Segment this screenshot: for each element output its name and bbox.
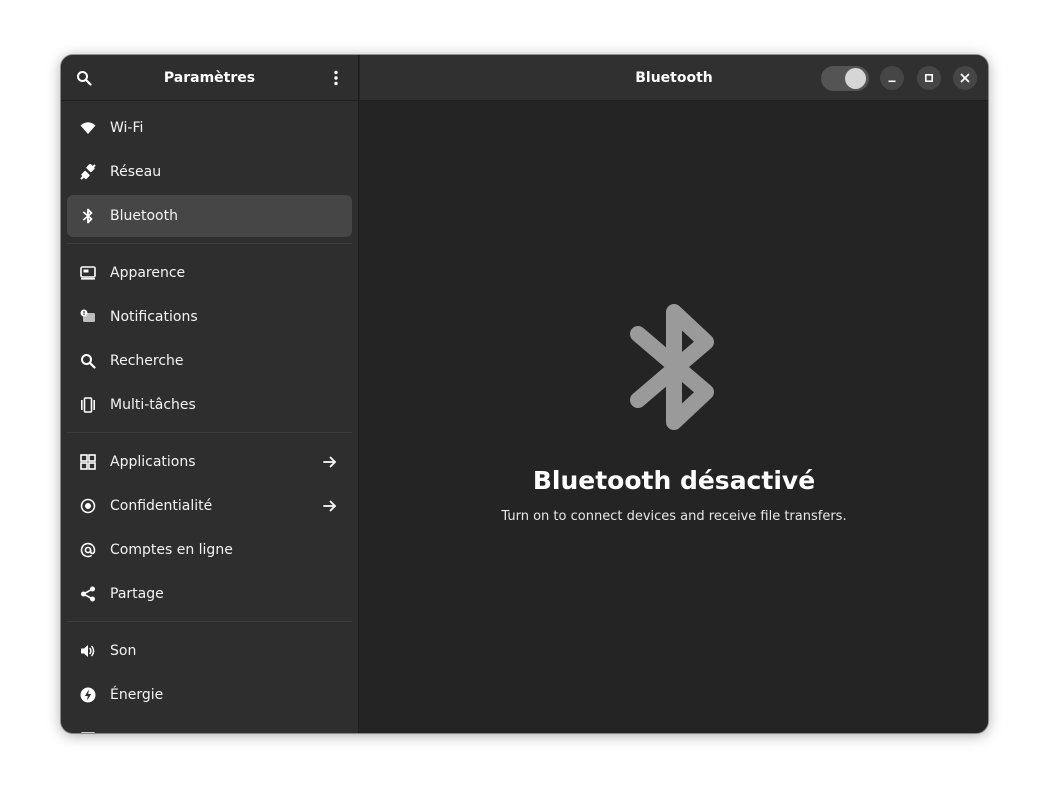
sidebar-item-power[interactable]: Énergie: [67, 674, 352, 716]
sidebar-item-label: Notifications: [110, 309, 198, 325]
online-accounts-icon: [80, 542, 96, 558]
sidebar: Paramètres Wi-Fi Réseau Bluetooth Appare…: [61, 55, 359, 733]
content-pane: Bluetooth Bluetooth désactivé Turn on to…: [360, 55, 988, 733]
search-icon: [77, 71, 92, 86]
sidebar-item-label: Réseau: [110, 164, 162, 180]
sidebar-separator: [67, 243, 352, 244]
sidebar-item-label: Confidentialité: [110, 498, 213, 514]
sidebar-item-label: Multi-tâches: [110, 397, 196, 413]
settings-window: Paramètres Wi-Fi Réseau Bluetooth Appare…: [61, 55, 988, 733]
sidebar-item-label: Bluetooth: [110, 208, 178, 224]
sidebar-item-label: Recherche: [110, 353, 184, 369]
sidebar-item-label: Son: [110, 643, 137, 659]
minimize-button[interactable]: [880, 66, 904, 90]
main-menu-button[interactable]: [320, 62, 352, 94]
power-icon: [80, 687, 96, 703]
sidebar-item-online-accounts[interactable]: Comptes en ligne: [67, 529, 352, 571]
maximize-icon: [924, 73, 934, 83]
sidebar-item-partial[interactable]: [67, 718, 352, 733]
minimize-icon: [888, 80, 896, 83]
sidebar-item-sound[interactable]: Son: [67, 630, 352, 672]
speaker-icon: [81, 645, 95, 657]
sidebar-item-label: Partage: [110, 586, 164, 602]
bluetooth-icon: [83, 208, 93, 224]
status-title: Bluetooth désactivé: [532, 466, 816, 495]
page-title: Bluetooth: [635, 70, 713, 86]
bluetooth-disabled-icon: [630, 304, 714, 430]
notifications-icon: [80, 309, 95, 322]
sidebar-item-privacy[interactable]: Confidentialité: [67, 485, 352, 527]
sidebar-item-notifications[interactable]: Notifications: [67, 296, 352, 338]
sidebar-item-label: Applications: [110, 454, 196, 470]
share-icon: [81, 586, 95, 602]
privacy-icon: [80, 498, 96, 514]
content-header: Bluetooth: [360, 55, 988, 101]
sidebar-item-applications[interactable]: Applications: [67, 441, 352, 483]
sidebar-item-label: Comptes en ligne: [110, 542, 233, 558]
kebab-menu-icon: [334, 70, 338, 86]
sidebar-nav: Wi-Fi Réseau Bluetooth Apparence Notific…: [61, 101, 358, 733]
arrow-right-icon: [323, 500, 336, 512]
search-icon: [81, 354, 96, 369]
status-description: Turn on to connect devices and receive f…: [501, 509, 847, 524]
sidebar-separator: [67, 432, 352, 433]
sidebar-item-appearance[interactable]: Apparence: [67, 252, 352, 294]
sidebar-item-multitasking[interactable]: Multi-tâches: [67, 384, 352, 426]
wifi-icon: [80, 122, 96, 134]
maximize-button[interactable]: [917, 66, 941, 90]
sidebar-separator: [67, 621, 352, 622]
sidebar-title: Paramètres: [163, 70, 256, 86]
sidebar-item-search[interactable]: Recherche: [67, 340, 352, 382]
multitasking-icon: [81, 397, 95, 413]
sidebar-item-label: Apparence: [110, 265, 186, 281]
toggle-knob: [845, 68, 866, 89]
appearance-icon: [80, 266, 96, 280]
close-icon: [960, 73, 970, 83]
bluetooth-toggle[interactable]: [821, 66, 869, 91]
search-button[interactable]: [68, 62, 100, 94]
close-button[interactable]: [953, 66, 977, 90]
display-icon: [80, 732, 96, 733]
applications-icon: [80, 454, 96, 470]
arrow-right-icon: [323, 456, 336, 468]
sidebar-item-wifi[interactable]: Wi-Fi: [67, 107, 352, 149]
sidebar-header: Paramètres: [61, 55, 358, 101]
sidebar-item-bluetooth[interactable]: Bluetooth: [67, 195, 352, 237]
network-icon: [80, 164, 96, 180]
status-page: Bluetooth désactivé Turn on to connect d…: [360, 300, 988, 524]
sidebar-item-network[interactable]: Réseau: [67, 151, 352, 193]
sidebar-item-label: Énergie: [110, 687, 164, 703]
sidebar-item-sharing[interactable]: Partage: [67, 573, 352, 615]
sidebar-item-label: Wi-Fi: [110, 120, 144, 136]
